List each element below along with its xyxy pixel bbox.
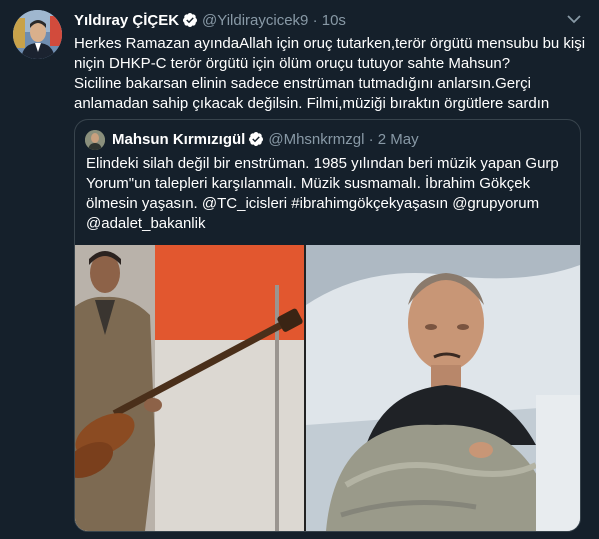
quoted-text-line: @adalet_bakanlik bbox=[86, 215, 206, 232]
quoted-text-line: Elindeki silah değil bir enstrüman. 1985… bbox=[86, 155, 559, 172]
tweet-text-line: Siciline bakarsan elinin sadece enstrüma… bbox=[74, 75, 531, 92]
media-photo-hospital[interactable] bbox=[306, 245, 580, 531]
author-handle[interactable]: @Yildiraycicek9 bbox=[202, 12, 308, 29]
author-name[interactable]: Yıldıray ÇİÇEK bbox=[74, 12, 179, 29]
verified-badge-icon bbox=[183, 13, 198, 27]
quoted-text: Elindeki silah değil bir enstrüman. 1985… bbox=[86, 154, 576, 234]
author-avatar[interactable] bbox=[13, 10, 62, 59]
tweet-time[interactable]: 10s bbox=[322, 12, 346, 29]
quoted-author-avatar bbox=[85, 130, 105, 150]
tweet-text-line: Herkes Ramazan ayındaAllah için oruç tut… bbox=[74, 35, 586, 52]
tweet-header: Yıldıray ÇİÇEK @Yildiraycicek9 · 10s bbox=[74, 12, 579, 32]
quoted-media[interactable] bbox=[75, 245, 580, 531]
quoted-header: Mahsun Kırmızıgül @Mhsnkrmzgl · 2 May bbox=[112, 131, 419, 148]
quoted-text-line: Yorum"un talepleri karşılanmalı. Müzik s… bbox=[86, 175, 531, 192]
tweet-text-line: niçin DHKP-C terör örgütü için ölüm oruç… bbox=[74, 55, 511, 72]
media-photo-musician[interactable] bbox=[75, 245, 304, 531]
tweet-text: Herkes Ramazan ayındaAllah için oruç tut… bbox=[74, 34, 586, 114]
quoted-author-handle: @Mhsnkrmzgl bbox=[268, 131, 365, 148]
chevron-down-icon[interactable] bbox=[567, 14, 581, 24]
quoted-author-name: Mahsun Kırmızıgül bbox=[112, 131, 246, 148]
separator-dot: · bbox=[312, 12, 318, 29]
verified-badge-icon bbox=[249, 132, 264, 146]
separator-dot: · bbox=[368, 131, 374, 148]
quoted-tweet[interactable]: Mahsun Kırmızıgül @Mhsnkrmzgl · 2 May Eli… bbox=[74, 119, 581, 532]
tweet-text-line: anlamadan sahip çıkacak değilsin. Filmi,… bbox=[74, 95, 550, 112]
quoted-text-line: ölmesin yaşasın. @TC_icisleri #ibrahimgö… bbox=[86, 195, 540, 212]
quoted-date: 2 May bbox=[377, 131, 419, 148]
